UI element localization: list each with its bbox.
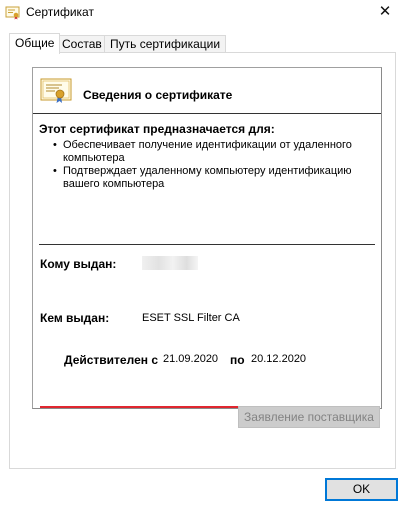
list-item: • Обеспечивает получение идентификации о… <box>53 139 373 165</box>
close-icon: ✕ <box>378 3 392 20</box>
purpose-text: Обеспечивает получение идентификации от … <box>63 139 352 164</box>
issued-to-label: Кому выдан: <box>40 257 117 271</box>
bullet: • <box>53 139 57 151</box>
issued-by-value: ESET SSL Filter CA <box>142 312 240 324</box>
issued-by-label: Кем выдан: <box>40 311 110 325</box>
bullet: • <box>53 165 57 177</box>
list-item: • Подтверждает удаленному компьютеру иде… <box>53 165 373 191</box>
ok-button[interactable]: OK <box>325 478 398 501</box>
title-bar: Сертификат ✕ <box>0 0 405 26</box>
divider <box>39 244 375 245</box>
divider <box>33 113 381 114</box>
tab-details[interactable]: Состав <box>56 35 108 53</box>
certificate-icon <box>40 78 72 103</box>
purpose-title: Этот сертификат предназначается для: <box>39 122 275 136</box>
tab-general[interactable]: Общие <box>9 33 61 54</box>
certificate-info-box: Сведения о сертификате Этот сертификат п… <box>32 67 382 409</box>
window-title: Сертификат <box>26 5 94 19</box>
tab-certification-path[interactable]: Путь сертификации <box>104 35 227 53</box>
valid-from-label: Действителен с <box>64 353 158 367</box>
tab-panel-general: Сведения о сертификате Этот сертификат п… <box>9 52 396 469</box>
issuer-statement-button[interactable]: Заявление поставщика <box>238 406 380 428</box>
close-button[interactable]: ✕ <box>365 0 405 26</box>
purpose-list: • Обеспечивает получение идентификации о… <box>53 139 373 191</box>
valid-to-label: по <box>230 353 245 367</box>
valid-from-date: 21.09.2020 <box>163 353 219 365</box>
purpose-text: Подтверждает удаленному компьютеру идент… <box>63 165 352 190</box>
certificate-header: Сведения о сертификате <box>83 88 233 102</box>
issued-to-value-redacted <box>142 256 198 270</box>
valid-to-date: 20.12.2020 <box>251 353 307 365</box>
certificate-icon <box>5 6 20 20</box>
